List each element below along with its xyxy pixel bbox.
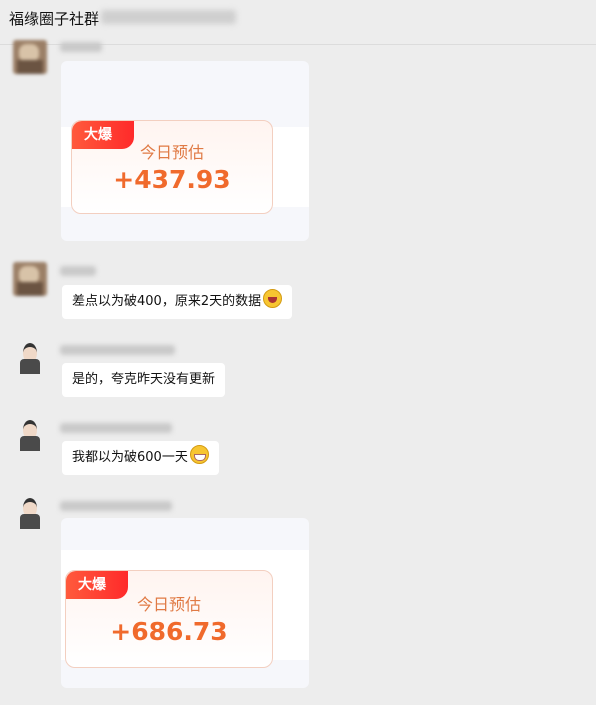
message-bubble[interactable]: 是的，夸克昨天没有更新 bbox=[62, 363, 226, 397]
earnings-card[interactable]: 大爆 今日预估 +437.93 bbox=[61, 61, 309, 241]
message-bubble[interactable]: 差点以为破400，原来2天的数据 bbox=[62, 285, 293, 319]
avatar[interactable] bbox=[13, 40, 47, 74]
sender-name-blurred bbox=[60, 345, 175, 355]
avatar[interactable] bbox=[13, 262, 47, 296]
avatar[interactable] bbox=[13, 340, 47, 374]
estimate-label: 今日预估 bbox=[139, 143, 204, 162]
laughing-tears-emoji-icon bbox=[263, 289, 283, 308]
member-count-blurred bbox=[101, 10, 236, 24]
chat-header: 福缘圈子社群 bbox=[0, 0, 596, 45]
message-text: 是的，夸克昨天没有更新 bbox=[72, 372, 216, 387]
sender-name-blurred bbox=[60, 266, 96, 276]
avatar[interactable] bbox=[13, 417, 47, 451]
estimate-label: 今日预估 bbox=[136, 595, 201, 614]
chat-title: 福缘圈子社群 bbox=[9, 10, 100, 28]
sender-name-blurred bbox=[60, 42, 102, 52]
estimate-box: 大爆 今日预估 +437.93 bbox=[71, 120, 273, 214]
estimate-value: +437.93 bbox=[113, 165, 231, 194]
grinning-emoji-icon bbox=[189, 445, 209, 464]
avatar[interactable] bbox=[13, 495, 47, 529]
earnings-card[interactable]: 大爆 今日预估 +686.73 bbox=[61, 518, 309, 688]
sender-name-blurred bbox=[60, 423, 172, 433]
message-bubble[interactable]: 我都以为破600一天 bbox=[62, 441, 219, 475]
sender-name-blurred bbox=[60, 501, 172, 511]
estimate-value: +686.73 bbox=[110, 617, 228, 646]
message-text: 差点以为破400，原来2天的数据 bbox=[72, 294, 262, 309]
estimate-box: 大爆 今日预估 +686.73 bbox=[65, 570, 273, 668]
message-text: 我都以为破600一天 bbox=[72, 450, 188, 465]
